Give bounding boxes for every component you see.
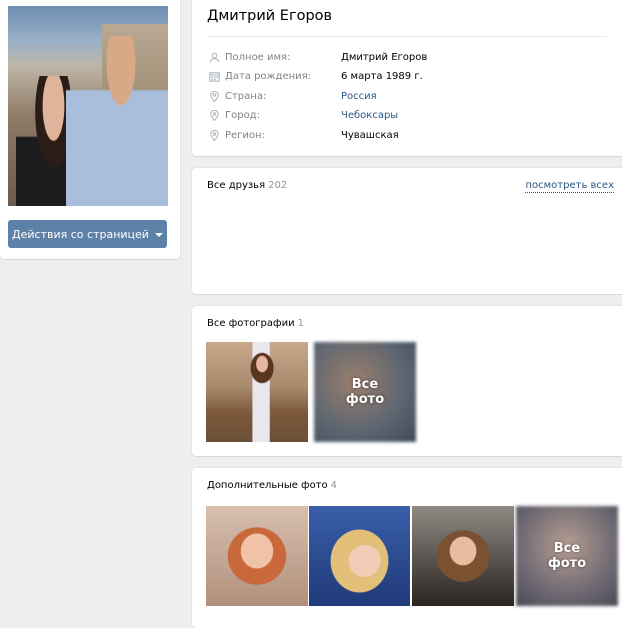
chevron-down-icon bbox=[154, 232, 163, 237]
info-label: Страна: bbox=[225, 90, 267, 102]
info-value-link[interactable]: Чебоксары bbox=[341, 110, 398, 121]
photos-block: Все фотографии 1 Все фото bbox=[192, 306, 622, 456]
info-value: 6 марта 1989 г. bbox=[341, 70, 423, 82]
photo-thumbnail[interactable] bbox=[206, 342, 308, 442]
info-row-city: Город: Чебоксары bbox=[207, 106, 398, 124]
extra-photos-block: Дополнительные фото 4 Все фото bbox=[192, 468, 622, 628]
info-row-full-name: Полное имя: Дмитрий Егоров bbox=[207, 48, 427, 66]
all-photos-label: Все фото bbox=[516, 506, 618, 606]
photo-thumbnail[interactable] bbox=[412, 506, 514, 606]
info-row-country: Страна: Россия bbox=[207, 87, 377, 105]
info-value: Дмитрий Егоров bbox=[341, 51, 428, 63]
extra-photos-count: 4 bbox=[330, 480, 338, 491]
avatar-card: Действия со страницей bbox=[0, 0, 180, 259]
photos-title-label: Все фотографии bbox=[207, 318, 295, 329]
person-icon bbox=[207, 50, 221, 64]
photo-thumbnail[interactable] bbox=[309, 506, 410, 606]
location-pin-icon bbox=[207, 108, 221, 122]
friends-title[interactable]: Все друзья 202 bbox=[207, 180, 287, 191]
info-label: Регион: bbox=[225, 129, 265, 141]
all-photos-label-line2: фото bbox=[345, 392, 385, 407]
info-label: Полное имя: bbox=[225, 51, 291, 63]
extra-photos-title[interactable]: Дополнительные фото 4 bbox=[207, 480, 337, 491]
info-label: Дата рождения: bbox=[225, 70, 312, 82]
info-row-region: Регион: Чувашская bbox=[207, 126, 399, 144]
info-row-birthday: Дата рождения: 6 марта 1989 г. bbox=[207, 67, 423, 85]
all-photos-label-line2: фото bbox=[547, 556, 587, 571]
profile-avatar[interactable] bbox=[8, 6, 168, 206]
all-photos-tile-label[interactable]: Все фото bbox=[314, 342, 416, 442]
extra-photos-title-label: Дополнительные фото bbox=[207, 480, 328, 491]
photos-count: 1 bbox=[297, 318, 304, 329]
friends-count: 202 bbox=[268, 180, 288, 191]
photo-thumbnail[interactable] bbox=[206, 506, 308, 606]
page-actions-button[interactable]: Действия со страницей bbox=[8, 220, 167, 248]
calendar-icon bbox=[207, 69, 221, 83]
page-actions-label: Действия со страницей bbox=[12, 227, 149, 241]
friends-title-label: Все друзья bbox=[207, 180, 266, 191]
info-value: Чувашская bbox=[341, 129, 399, 141]
profile-info-card: Дмитрий Егоров Полное имя: Дмитрий Егоро… bbox=[192, 0, 622, 156]
friends-block: Все друзья 202 посмотреть всех bbox=[192, 168, 622, 294]
location-pin-icon bbox=[207, 128, 221, 142]
all-photos-label-line1: Все bbox=[351, 377, 379, 392]
location-pin-icon bbox=[207, 89, 221, 103]
info-label: Город: bbox=[225, 109, 260, 121]
all-photos-label-line1: Все bbox=[553, 541, 581, 556]
avatar-person bbox=[66, 36, 168, 206]
all-extra-photos-tile-label[interactable]: Все фото bbox=[516, 506, 618, 606]
info-value-link[interactable]: Россия bbox=[341, 91, 377, 102]
divider bbox=[207, 36, 607, 37]
page-title: Дмитрий Егоров bbox=[207, 8, 333, 24]
see-all-friends-link[interactable]: посмотреть всех bbox=[525, 180, 614, 193]
photos-title[interactable]: Все фотографии 1 bbox=[207, 318, 304, 329]
all-photos-label: Все фото bbox=[314, 342, 416, 442]
